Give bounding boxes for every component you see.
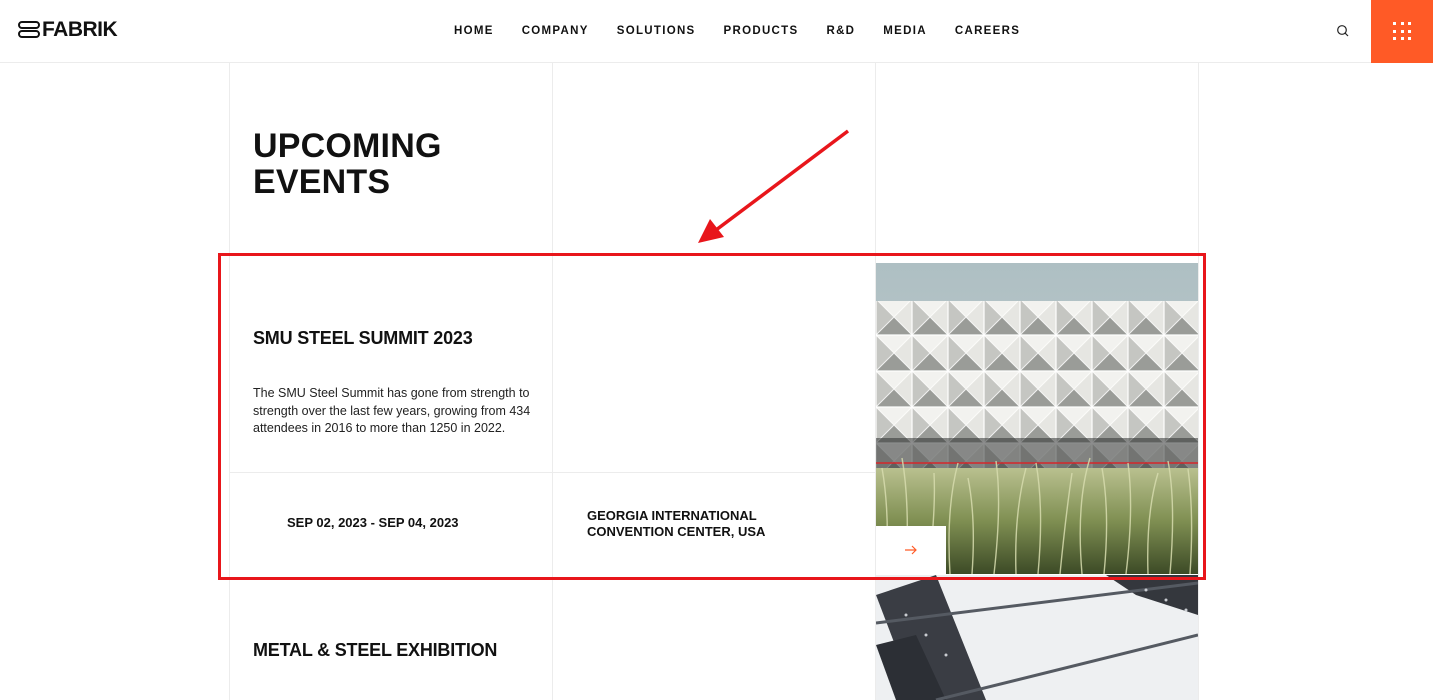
nav-media[interactable]: MEDIA xyxy=(869,25,941,37)
event-title[interactable]: SMU STEEL SUMMIT 2023 xyxy=(253,328,473,349)
site-header: FABRIK HOME COMPANY SOLUTIONS PRODUCTS R… xyxy=(0,0,1433,63)
nav-company[interactable]: COMPANY xyxy=(508,25,603,37)
search-icon[interactable] xyxy=(1334,22,1352,40)
event-description: The SMU Steel Summit has gone from stren… xyxy=(253,386,531,435)
menu-button[interactable] xyxy=(1371,0,1433,63)
nav-products[interactable]: PRODUCTS xyxy=(710,25,813,37)
nav-home[interactable]: HOME xyxy=(440,25,508,37)
logo-mark-icon xyxy=(18,21,40,39)
grid-line xyxy=(552,63,553,700)
fabrik-logo[interactable]: FABRIK xyxy=(18,18,118,41)
event-title[interactable]: METAL & STEEL EXHIBITION xyxy=(253,640,497,661)
steel-roof-photo-icon xyxy=(876,575,1198,700)
section-title: UPCOMING EVENTS xyxy=(253,127,442,201)
pointer-arrow-icon xyxy=(698,129,850,243)
grid-menu-icon xyxy=(1393,22,1411,40)
event-image[interactable] xyxy=(876,575,1198,700)
event-date: SEP 02, 2023 - SEP 04, 2023 xyxy=(287,515,459,530)
main-nav: HOME COMPANY SOLUTIONS PRODUCTS R&D MEDI… xyxy=(440,0,1034,62)
nav-careers[interactable]: CAREERS xyxy=(941,25,1034,37)
logo-text: FABRIK xyxy=(42,18,118,41)
event-venue: GEORGIA INTERNATIONAL CONVENTION CENTER,… xyxy=(587,508,766,539)
grid-line xyxy=(229,63,230,700)
nav-solutions[interactable]: SOLUTIONS xyxy=(603,25,710,37)
row-divider xyxy=(229,472,876,473)
arrow-right-icon xyxy=(905,545,917,555)
grid-line xyxy=(1198,63,1199,700)
nav-rnd[interactable]: R&D xyxy=(812,25,869,37)
event-link-button[interactable] xyxy=(876,526,946,574)
